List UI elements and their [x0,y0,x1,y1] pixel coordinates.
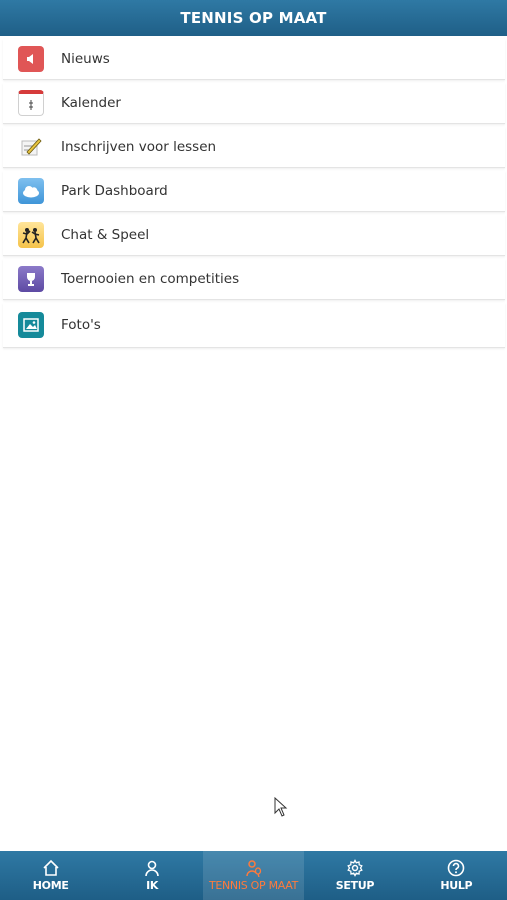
main-menu: Nieuws Kalender Inschrijven voor lessen … [3,39,505,351]
menu-item-park-dashboard[interactable]: Park Dashboard [3,171,505,212]
calendar-icon [18,90,44,116]
app-header: TENNIS OP MAAT [0,0,507,36]
menu-item-label: Park Dashboard [61,183,168,199]
menu-item-toernooien[interactable]: Toernooien en competities [3,259,505,300]
menu-item-nieuws[interactable]: Nieuws [3,39,505,80]
weather-cloud-icon [18,178,44,204]
bottom-nav: HOME IK TENNIS OP MAAT SETUP HULP [0,851,507,900]
menu-item-fotos[interactable]: Foto's [3,303,505,348]
menu-item-label: Inschrijven voor lessen [61,139,217,155]
nav-tennis-op-maat[interactable]: TENNIS OP MAAT [202,851,305,900]
menu-item-label: Foto's [61,317,101,333]
nav-label: SETUP [335,879,375,892]
help-icon [447,859,465,877]
gear-icon [346,859,364,877]
menu-item-label: Nieuws [61,51,110,67]
players-chat-icon [18,222,44,248]
nav-label: TENNIS OP MAAT [208,879,299,892]
nav-setup[interactable]: SETUP [304,851,405,900]
home-icon [42,859,60,877]
menu-item-inschrijven[interactable]: Inschrijven voor lessen [3,127,505,168]
pen-icon [18,134,44,160]
nav-home[interactable]: HOME [0,851,101,900]
tennis-player-icon [245,859,263,877]
menu-item-kalender[interactable]: Kalender [3,83,505,124]
nav-hulp[interactable]: HULP [406,851,507,900]
nav-label: HOME [32,879,69,892]
nav-ik[interactable]: IK [101,851,202,900]
user-icon [143,859,161,877]
mouse-cursor-icon [274,797,288,817]
nav-label: IK [146,879,159,892]
menu-item-label: Kalender [61,95,121,111]
trophy-icon [18,266,44,292]
menu-item-label: Toernooien en competities [61,271,240,287]
photo-icon [18,312,44,338]
menu-item-chat-speel[interactable]: Chat & Speel [3,215,505,256]
page-title: TENNIS OP MAAT [180,9,327,27]
nav-label: HULP [440,879,473,892]
megaphone-icon [18,46,44,72]
menu-item-label: Chat & Speel [61,227,150,243]
